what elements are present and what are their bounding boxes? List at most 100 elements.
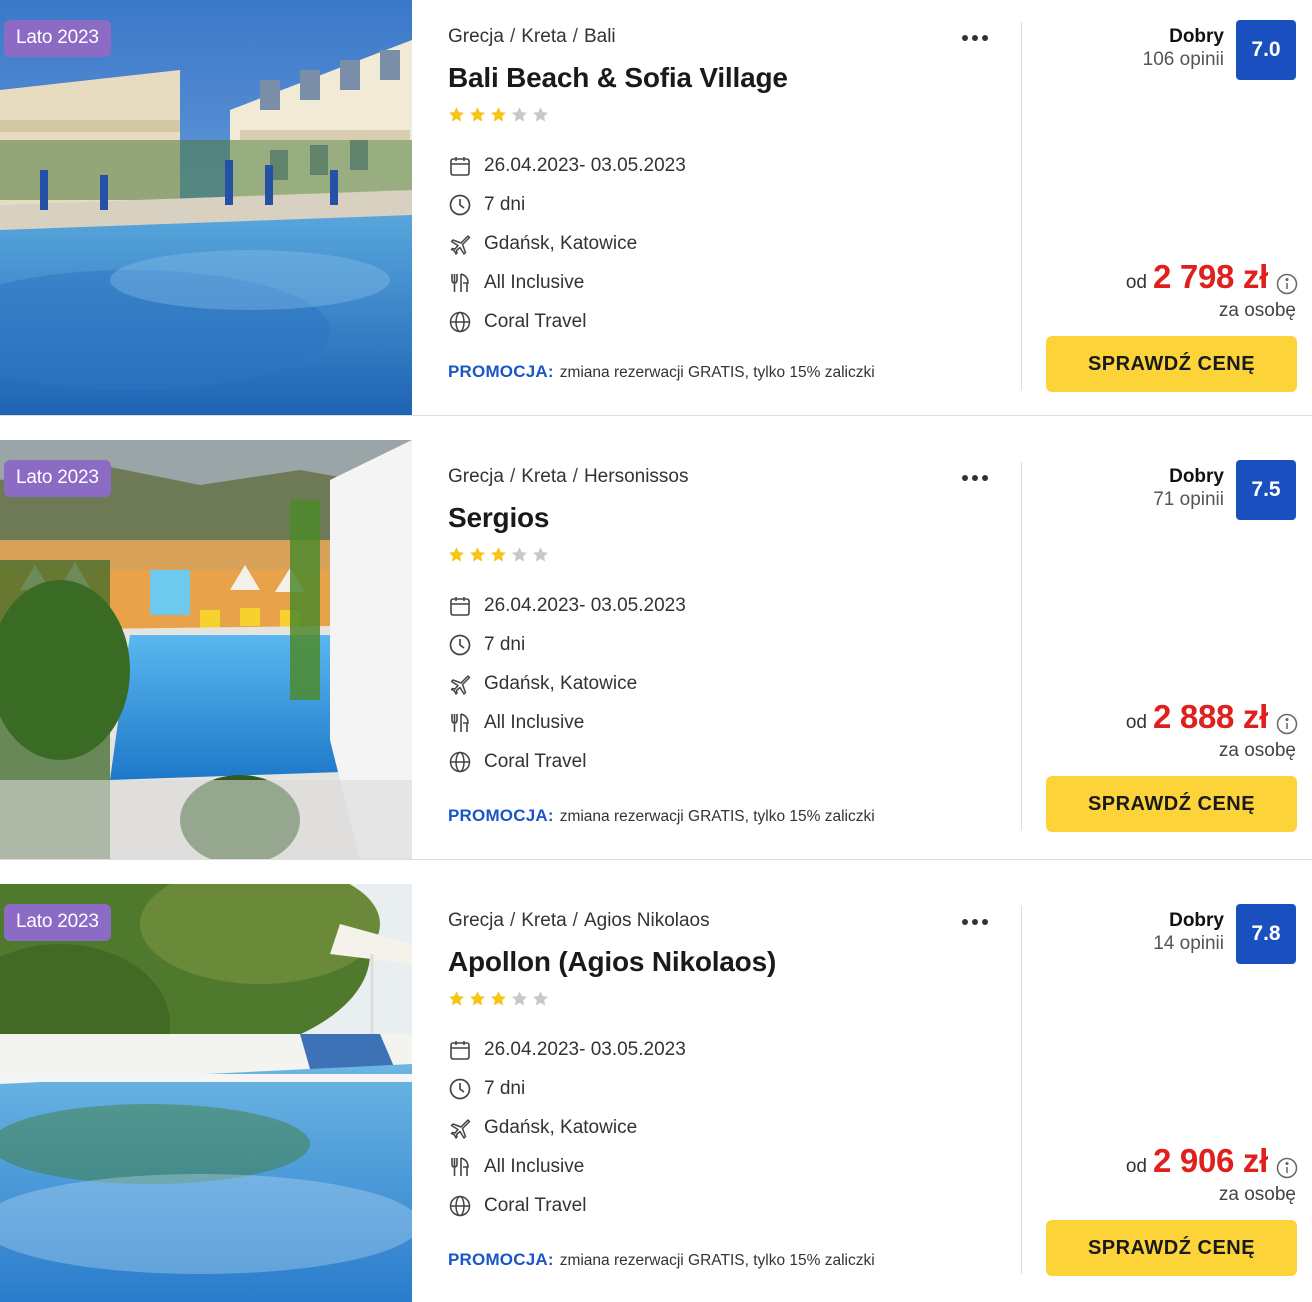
rating-block: Dobry 106 opinii 7.0 <box>1096 20 1296 80</box>
check-price-button[interactable]: SPRAWDŹ CENĘ <box>1046 1220 1297 1276</box>
heart-filled-icon[interactable] <box>352 902 390 936</box>
board-text: All Inclusive <box>484 271 585 293</box>
calendar-icon <box>448 1038 472 1062</box>
fact-operator: Coral Travel <box>448 302 686 341</box>
promo-label: PROMOCJA: <box>448 362 554 381</box>
fact-dates: 26.04.2023- 03.05.2023 <box>448 146 686 185</box>
cutlery-icon <box>448 711 472 735</box>
fact-dates: 26.04.2023- 03.05.2023 <box>448 1030 686 1069</box>
more-options-icon[interactable] <box>962 28 996 46</box>
rating-count[interactable]: 14 opinii <box>1153 933 1224 955</box>
price-amount: 2 906 zł <box>1152 1142 1268 1179</box>
promo-label: PROMOCJA: <box>448 806 554 825</box>
price-block: od 2 798 zł <box>1126 258 1298 296</box>
heart-outline-icon[interactable] <box>352 18 390 52</box>
clock-icon <box>448 633 472 657</box>
dates-text: 26.04.2023- 03.05.2023 <box>484 594 686 616</box>
more-options-icon[interactable] <box>962 468 996 486</box>
fact-board: All Inclusive <box>448 703 686 742</box>
season-badge: Lato 2023 <box>4 20 111 57</box>
offer-card[interactable]: Lato 2023 Grecja / Kreta / Bali Bali Beach &… <box>0 0 1312 416</box>
breadcrumb-region[interactable]: Kreta <box>521 466 566 487</box>
breadcrumb-country[interactable]: Grecja <box>448 466 504 487</box>
fact-departure: Gdańsk, Katowice <box>448 664 686 703</box>
fact-board: All Inclusive <box>448 1147 686 1186</box>
star-empty-icon <box>512 547 527 562</box>
breadcrumb-country[interactable]: Grecja <box>448 910 504 931</box>
star-empty-icon <box>512 991 527 1006</box>
breadcrumb-city[interactable]: Agios Nikolaos <box>584 910 710 931</box>
star-filled-icon <box>491 107 506 122</box>
hotel-title[interactable]: Sergios <box>448 502 550 534</box>
offer-card[interactable]: Lato 2023 Grecja / Kreta / Hersonissos Sergi… <box>0 440 1312 860</box>
offer-card[interactable]: Lato 2023 Grecja / Kreta / Agios Nikolaos Ap… <box>0 884 1312 1302</box>
fact-duration: 7 dni <box>448 185 686 224</box>
dates-text: 26.04.2023- 03.05.2023 <box>484 1038 686 1060</box>
breadcrumb-city[interactable]: Bali <box>584 26 616 47</box>
hotel-photo-image <box>0 440 412 860</box>
star-filled-icon <box>449 107 464 122</box>
globe-icon <box>448 750 472 774</box>
divider <box>1021 22 1022 390</box>
rating-block: Dobry 14 opinii 7.8 <box>1096 904 1296 964</box>
star-filled-icon <box>470 991 485 1006</box>
fact-operator: Coral Travel <box>448 742 686 781</box>
star-filled-icon <box>449 547 464 562</box>
duration-text: 7 dni <box>484 193 526 215</box>
hotel-photo[interactable]: Lato 2023 <box>0 0 412 416</box>
breadcrumb-region[interactable]: Kreta <box>521 26 566 47</box>
departure-text: Gdańsk, Katowice <box>484 232 638 254</box>
heart-filled-icon[interactable] <box>352 458 390 492</box>
rating-word: Dobry <box>1169 466 1224 487</box>
more-options-icon[interactable] <box>962 912 996 930</box>
offer-facts: 26.04.2023- 03.05.2023 7 dni Gdańsk, Kat… <box>448 1030 686 1225</box>
plane-icon <box>448 672 472 696</box>
info-icon[interactable] <box>1276 713 1298 735</box>
fact-duration: 7 dni <box>448 1069 686 1108</box>
board-text: All Inclusive <box>484 711 585 733</box>
breadcrumb-region[interactable]: Kreta <box>521 910 566 931</box>
hotel-title[interactable]: Apollon (Agios Nikolaos) <box>448 946 776 978</box>
rating-word: Dobry <box>1169 910 1224 931</box>
info-icon[interactable] <box>1276 1157 1298 1179</box>
board-text: All Inclusive <box>484 1155 585 1177</box>
offer-facts: 26.04.2023- 03.05.2023 7 dni Gdańsk, Kat… <box>448 146 686 341</box>
fact-board: All Inclusive <box>448 263 686 302</box>
price-prefix: od <box>1125 712 1147 733</box>
price-prefix: od <box>1125 272 1147 293</box>
star-empty-icon <box>533 547 548 562</box>
score-badge: 7.0 <box>1236 20 1296 80</box>
departure-text: Gdańsk, Katowice <box>484 672 638 694</box>
check-price-button[interactable]: SPRAWDŹ CENĘ <box>1046 776 1297 832</box>
calendar-icon <box>448 594 472 618</box>
per-person-label: za osobę <box>1218 1184 1296 1205</box>
info-icon[interactable] <box>1276 273 1298 295</box>
breadcrumb: Grecja / Kreta / Agios Nikolaos <box>448 910 710 931</box>
season-badge: Lato 2023 <box>4 904 111 941</box>
rating-count[interactable]: 71 opinii <box>1153 489 1224 511</box>
hotel-photo[interactable]: Lato 2023 <box>0 440 412 860</box>
breadcrumb: Grecja / Kreta / Hersonissos <box>448 466 689 487</box>
departure-text: Gdańsk, Katowice <box>484 1116 638 1138</box>
plane-icon <box>448 232 472 256</box>
plane-icon <box>448 1116 472 1140</box>
price-amount: 2 888 zł <box>1152 698 1268 735</box>
hotel-photo-image <box>0 0 412 416</box>
star-empty-icon <box>533 107 548 122</box>
clock-icon <box>448 1077 472 1101</box>
breadcrumb: Grecja / Kreta / Bali <box>448 26 616 47</box>
hotel-photo[interactable]: Lato 2023 <box>0 884 412 1302</box>
star-empty-icon <box>512 107 527 122</box>
breadcrumb-city[interactable]: Hersonissos <box>584 466 689 487</box>
promo-line: PROMOCJA: zmiana rezerwacji GRATIS, tylko… <box>448 806 875 826</box>
price-block: od 2 888 zł <box>1126 698 1298 736</box>
hotel-title[interactable]: Bali Beach & Sofia Village <box>448 62 788 94</box>
rating-count[interactable]: 106 opinii <box>1143 49 1224 71</box>
clock-icon <box>448 193 472 217</box>
cutlery-icon <box>448 1155 472 1179</box>
globe-icon <box>448 310 472 334</box>
price-prefix: od <box>1125 1156 1147 1177</box>
duration-text: 7 dni <box>484 1077 526 1099</box>
check-price-button[interactable]: SPRAWDŹ CENĘ <box>1046 336 1297 392</box>
breadcrumb-country[interactable]: Grecja <box>448 26 504 47</box>
